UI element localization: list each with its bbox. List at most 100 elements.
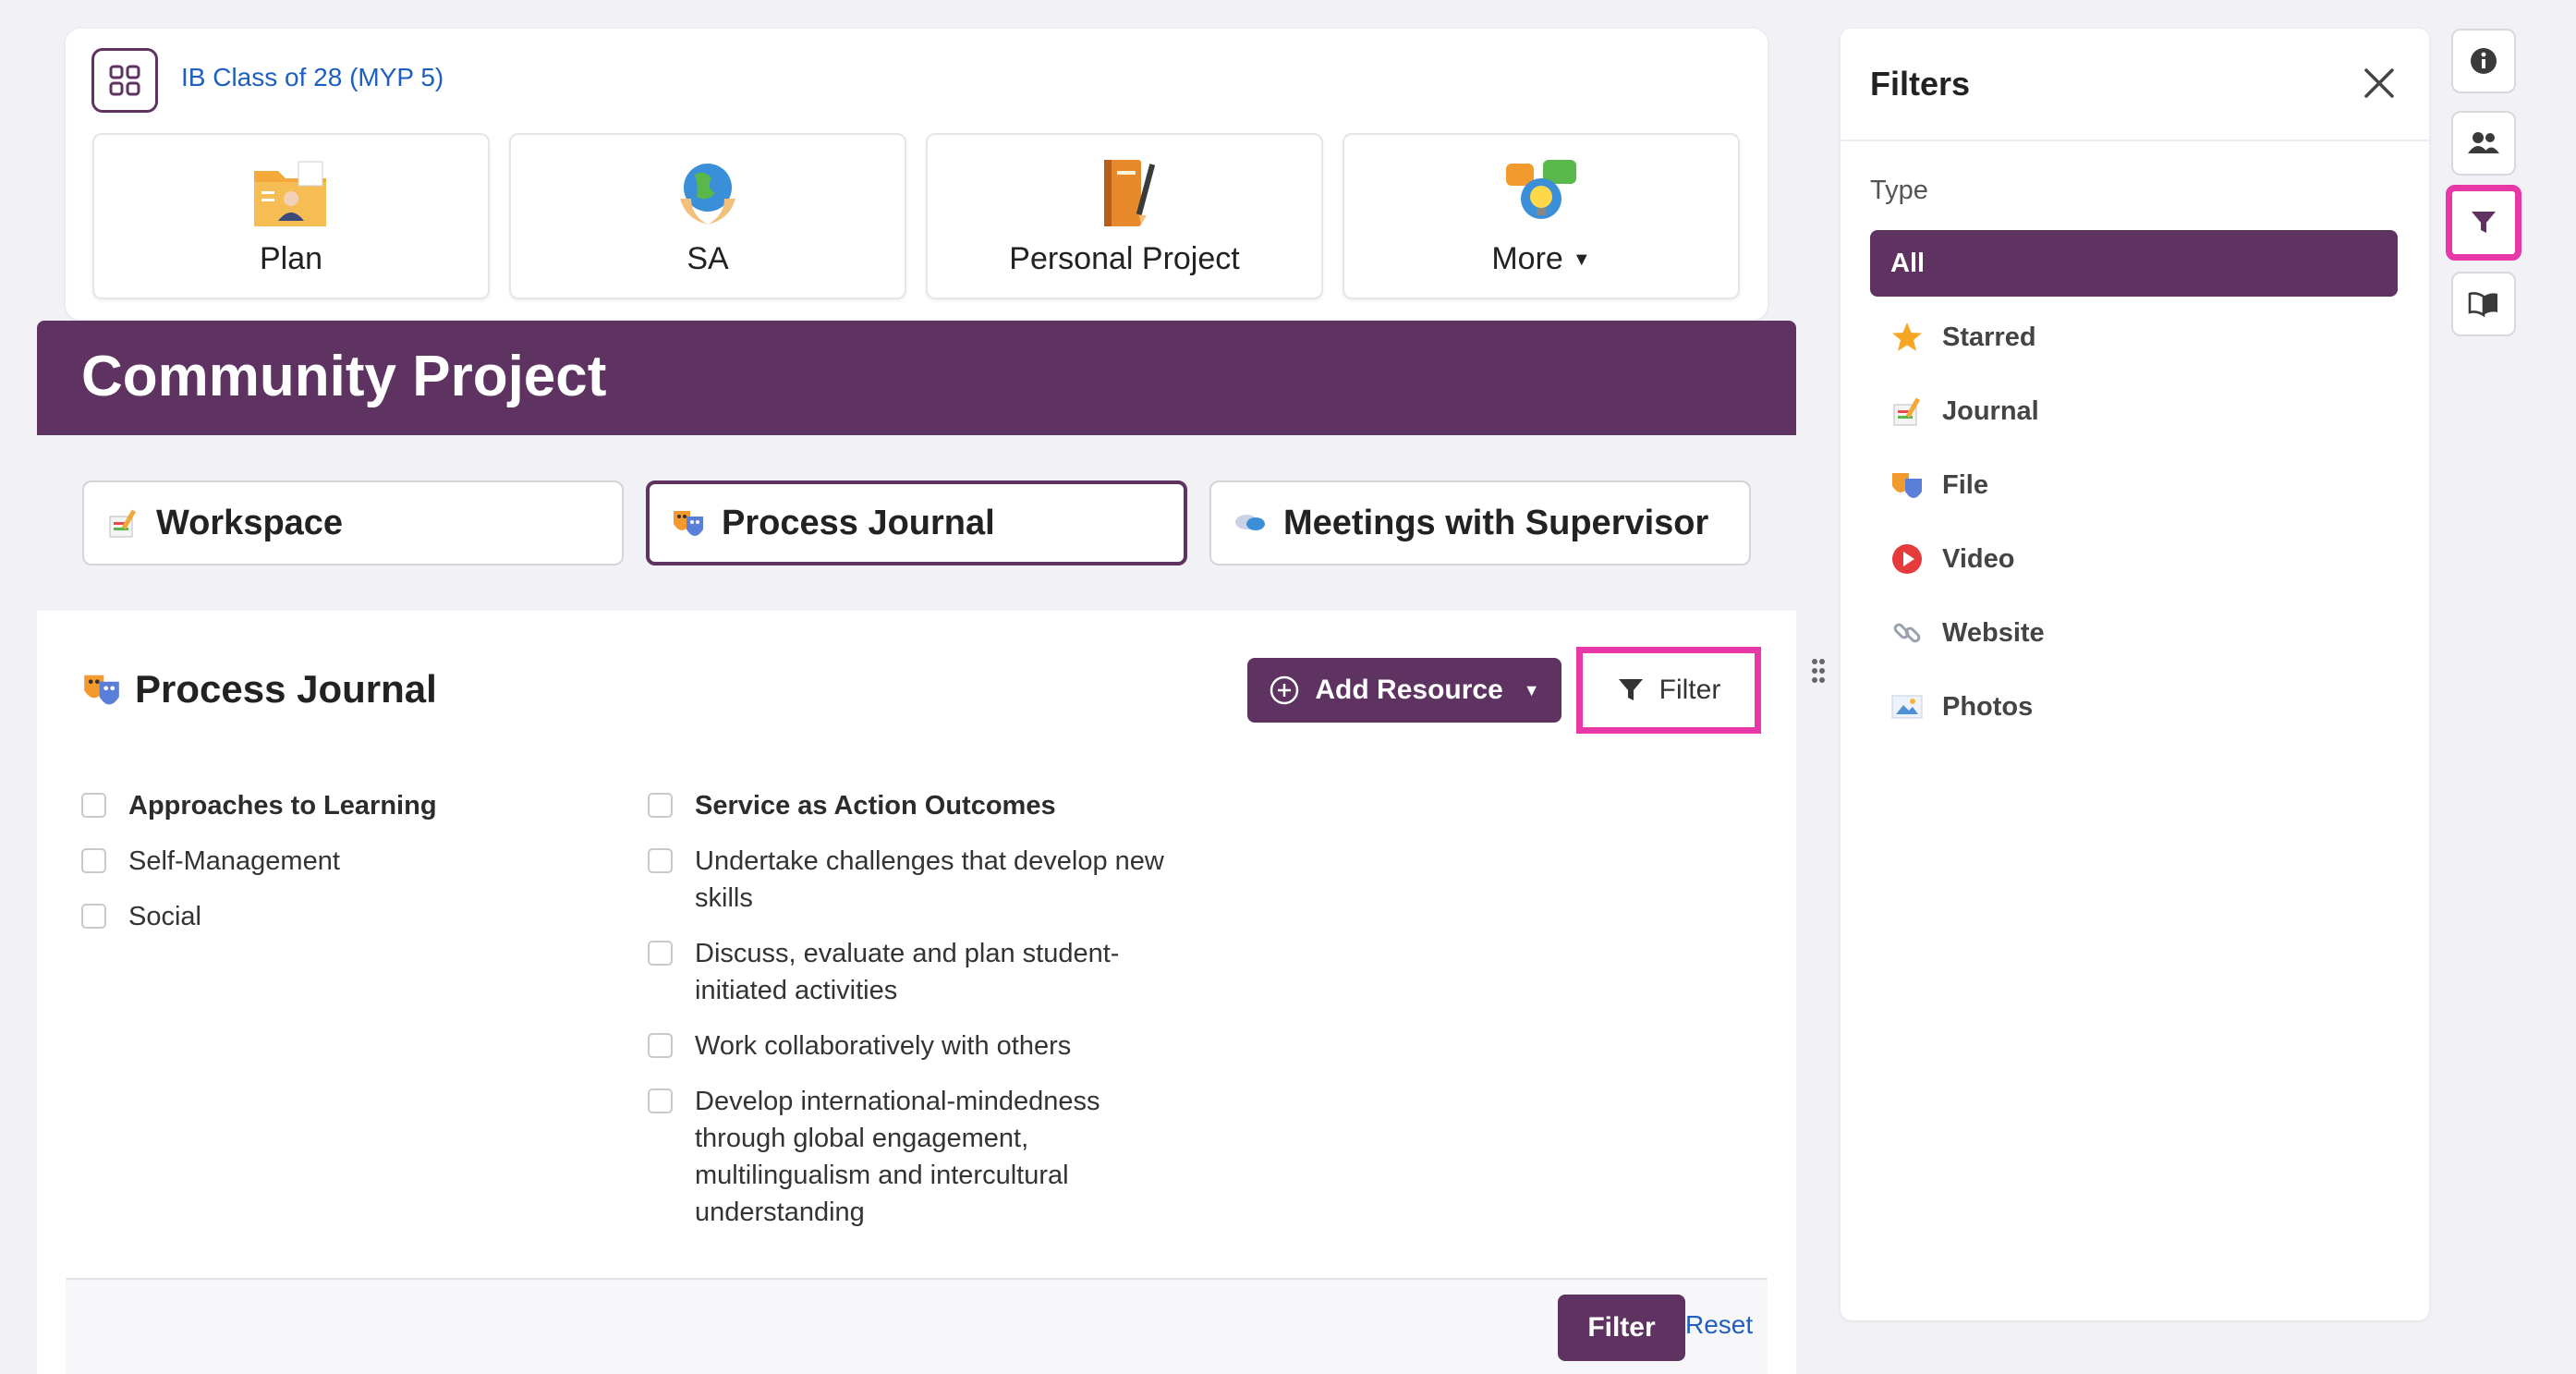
- journal-icon: [1890, 395, 1924, 428]
- type-option-label: Photos: [1942, 691, 2034, 722]
- checkbox-label: Work collaboratively with others: [695, 1031, 1072, 1061]
- close-icon[interactable]: [2361, 65, 2398, 102]
- app-tile-label: SA: [687, 241, 729, 276]
- label-line: initiated activities: [695, 976, 898, 1005]
- app-tile-plan[interactable]: Plan: [92, 133, 490, 299]
- checkbox[interactable]: [81, 904, 106, 929]
- reset-link[interactable]: Reset: [1685, 1310, 1753, 1340]
- checkbox-label: Develop international-mindedness through…: [695, 1083, 1100, 1231]
- type-option-label: Website: [1942, 617, 2045, 648]
- plus-circle-icon: [1270, 675, 1299, 705]
- heading-text: Process Journal: [135, 667, 437, 711]
- checkbox-label: Approaches to Learning: [128, 791, 437, 821]
- tab-label: Meetings with Supervisor: [1283, 503, 1709, 542]
- checkbox-label: Undertake challenges that develop new sk…: [695, 843, 1164, 917]
- checkbox[interactable]: [648, 848, 673, 873]
- filters-panel: [1841, 29, 2429, 1320]
- label-line: through global engagement,: [695, 1124, 1029, 1153]
- atl-group[interactable]: Approaches to Learning: [81, 787, 437, 824]
- filter-button[interactable]: Filter: [1576, 647, 1761, 734]
- type-option-label: Journal: [1942, 395, 2039, 426]
- sa-outcome-option[interactable]: Develop international-mindedness through…: [648, 1083, 1100, 1231]
- label-line: multilingualism and intercultural: [695, 1161, 1069, 1190]
- tab-label: Workspace: [156, 503, 344, 542]
- masks-icon: [1890, 468, 1924, 502]
- label-line: skills: [695, 883, 753, 913]
- idea-chat-icon: [1502, 158, 1580, 228]
- chevron-down-icon: ▼: [1572, 249, 1591, 270]
- add-resource-label: Add Resource: [1315, 675, 1503, 705]
- play-icon: [1890, 542, 1924, 576]
- apps-grid-button[interactable]: [91, 48, 158, 113]
- masks-icon: [672, 507, 705, 539]
- resize-handle[interactable]: [1811, 658, 1826, 688]
- label-line: Develop international-mindedness: [695, 1087, 1100, 1116]
- sa-outcomes-group[interactable]: Service as Action Outcomes: [648, 787, 1056, 824]
- type-option-video[interactable]: Video: [1890, 541, 2014, 578]
- filters-toggle-button[interactable]: [2446, 185, 2521, 261]
- checkbox[interactable]: [648, 1088, 673, 1113]
- app-tile-personal-project[interactable]: Personal Project: [926, 133, 1323, 299]
- book-button[interactable]: [2451, 272, 2516, 336]
- sa-outcome-option[interactable]: Undertake challenges that develop new sk…: [648, 843, 1164, 917]
- notebook-pencil-icon: [1086, 158, 1163, 228]
- filter-icon: [2472, 212, 2496, 233]
- users-button[interactable]: [2451, 111, 2516, 176]
- app-tile-more[interactable]: More ▼: [1343, 133, 1740, 299]
- masks-icon: [81, 671, 122, 708]
- apply-filter-button[interactable]: Filter: [1558, 1295, 1685, 1361]
- app-tile-label: Plan: [259, 241, 323, 276]
- globe-hands-icon: [669, 158, 747, 228]
- checkbox[interactable]: [648, 793, 673, 818]
- grid-icon: [109, 65, 140, 96]
- checkbox[interactable]: [648, 1033, 673, 1058]
- divider: [1841, 140, 2429, 141]
- type-option-website[interactable]: Website: [1890, 614, 2045, 651]
- filter-label: Filter: [1659, 675, 1721, 705]
- type-option-label: File: [1942, 469, 1988, 500]
- type-label: Type: [1870, 176, 1928, 205]
- checkbox[interactable]: [648, 941, 673, 966]
- caret-down-icon: ▼: [1523, 680, 1540, 699]
- atl-option[interactable]: Self-Management: [81, 843, 340, 880]
- star-icon: [1890, 321, 1924, 354]
- type-option-journal[interactable]: Journal: [1890, 393, 2039, 430]
- checkbox-label: Discuss, evaluate and plan student- init…: [695, 935, 1119, 1009]
- info-button[interactable]: [2451, 29, 2516, 93]
- photo-icon: [1890, 690, 1924, 723]
- filters-title: Filters: [1870, 65, 1971, 103]
- funnel-icon: [1618, 679, 1643, 700]
- checkbox[interactable]: [81, 793, 106, 818]
- tab-label: Process Journal: [722, 503, 995, 542]
- add-resource-button[interactable]: Add Resource ▼: [1247, 658, 1561, 723]
- tab-process-journal[interactable]: Process Journal: [646, 480, 1187, 565]
- type-option-photos[interactable]: Photos: [1890, 688, 2033, 725]
- checkbox-label: Social: [128, 902, 201, 931]
- users-icon: [2468, 132, 2499, 153]
- checkbox[interactable]: [81, 848, 106, 873]
- type-option-all[interactable]: All: [1870, 230, 2398, 297]
- atl-option[interactable]: Social: [81, 898, 201, 935]
- filter-footer: [66, 1280, 1768, 1374]
- type-option-label: Starred: [1942, 322, 2036, 352]
- tab-meetings-with-supervisor[interactable]: Meetings with Supervisor: [1209, 480, 1751, 565]
- label-line: Discuss, evaluate and plan student-: [695, 939, 1120, 968]
- sa-outcome-option[interactable]: Work collaboratively with others: [648, 1027, 1071, 1064]
- chat-bubbles-icon: [1233, 507, 1267, 539]
- sa-outcome-option[interactable]: Discuss, evaluate and plan student- init…: [648, 935, 1119, 1009]
- class-link[interactable]: IB Class of 28 (MYP 5): [181, 63, 444, 92]
- type-option-label: Video: [1942, 543, 2015, 574]
- journal-icon: [106, 507, 140, 539]
- app-tile-label: More ▼: [1491, 241, 1591, 276]
- app-tile-label: Personal Project: [1009, 241, 1240, 276]
- app-tile-sa[interactable]: SA: [509, 133, 906, 299]
- project-title: Community Project: [81, 345, 607, 408]
- info-icon: [2471, 48, 2497, 74]
- type-option-file[interactable]: File: [1890, 467, 1988, 504]
- process-journal-heading: Process Journal: [81, 667, 437, 711]
- type-option-starred[interactable]: Starred: [1890, 319, 2036, 356]
- link-icon: [1890, 616, 1924, 650]
- tab-workspace[interactable]: Workspace: [82, 480, 624, 565]
- checkbox-label: Service as Action Outcomes: [695, 791, 1056, 821]
- folder-user-icon: [252, 158, 330, 228]
